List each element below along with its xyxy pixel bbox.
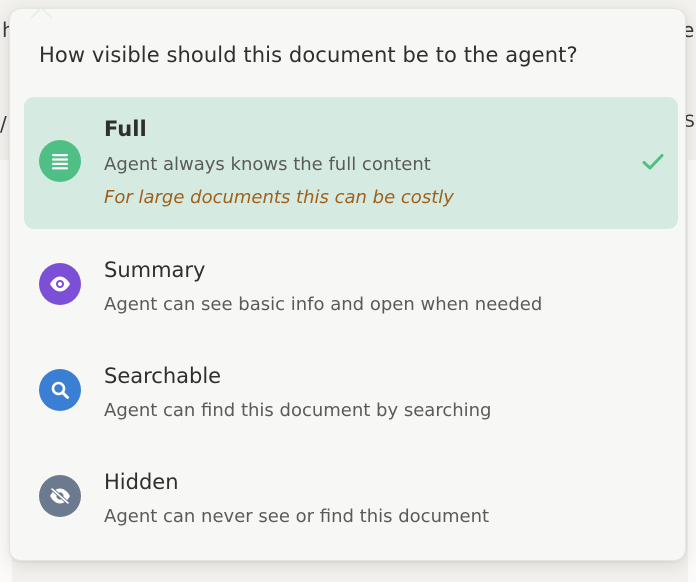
checkmark-icon (642, 153, 664, 175)
option-hidden[interactable]: Hidden Agent can never see or find this … (24, 455, 678, 545)
option-description: Agent can find this document by searchin… (104, 400, 492, 421)
option-cost-warning: For large documents this can be costly (104, 187, 454, 208)
search-icon (39, 369, 81, 411)
background-text-fragment: / (0, 112, 7, 136)
option-title: Hidden (104, 470, 179, 494)
background-panel (688, 160, 696, 582)
popover-title: How visible should this document be to t… (39, 43, 578, 67)
option-description: Agent always knows the full content (104, 154, 431, 175)
option-description: Agent can see basic info and open when n… (104, 294, 543, 315)
option-full[interactable]: Full Agent always knows the full content… (24, 97, 678, 229)
option-title: Summary (104, 258, 206, 282)
option-searchable[interactable]: Searchable Agent can find this document … (24, 349, 678, 439)
option-description: Agent can never see or find this documen… (104, 506, 490, 527)
option-title: Full (104, 117, 147, 141)
eye-slash-icon (39, 475, 81, 517)
visibility-popover: How visible should this document be to t… (9, 6, 686, 561)
popover-caret (30, 6, 53, 29)
eye-icon (39, 263, 81, 305)
option-summary[interactable]: Summary Agent can see basic info and ope… (24, 243, 678, 333)
option-title: Searchable (104, 364, 222, 388)
document-lines-icon (39, 140, 81, 182)
